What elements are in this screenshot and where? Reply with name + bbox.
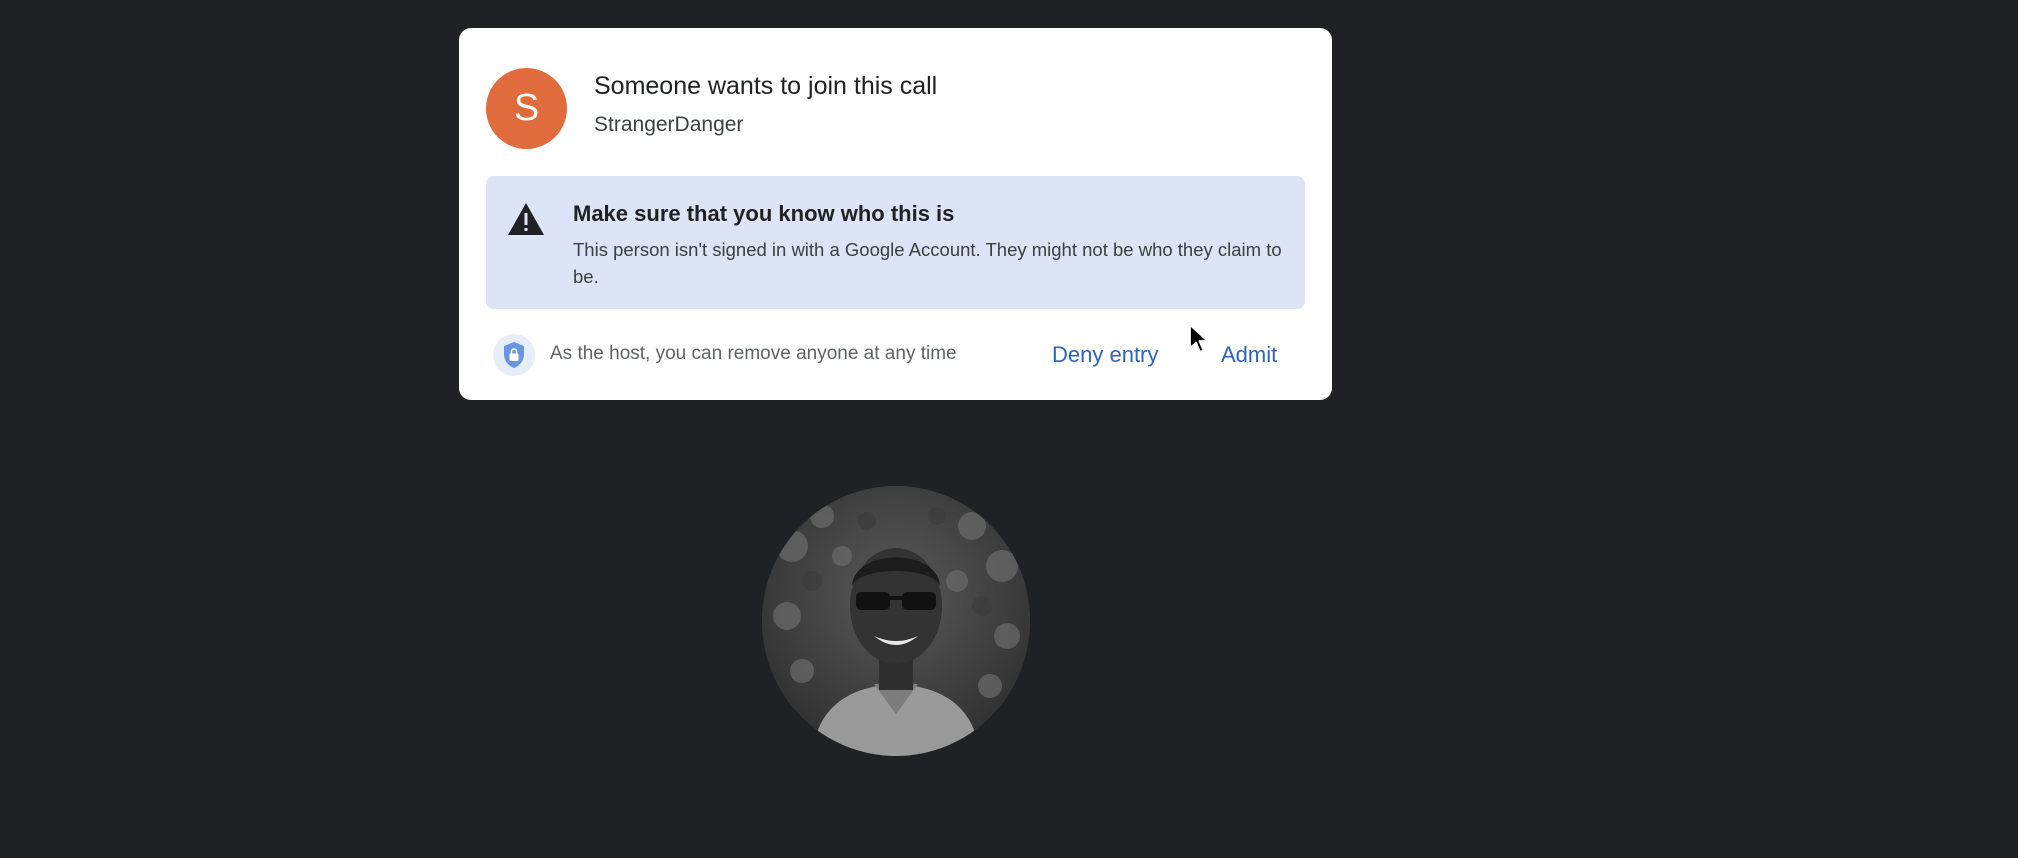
admit-button[interactable]: Admit [1215,338,1283,372]
participant-photo [762,486,1030,756]
requester-avatar: S [486,68,567,149]
host-controls-shield [493,334,535,376]
host-note: As the host, you can remove anyone at an… [550,343,957,364]
requester-name: StrangerDanger [594,113,744,136]
mouse-pointer-icon [1189,324,1209,353]
deny-entry-button[interactable]: Deny entry [1046,338,1164,372]
dialog-title: Someone wants to join this call [594,72,938,100]
participant-avatar [762,486,1030,756]
meeting-stage: S Someone wants to join this call Strang… [0,0,2018,858]
warning-triangle-icon [508,203,544,235]
warning-title: Make sure that you know who this is [573,201,955,226]
identity-warning-banner: Make sure that you know who this is This… [486,176,1305,309]
warning-body: This person isn't signed in with a Googl… [573,239,1282,287]
shield-lock-icon [504,342,524,368]
requester-avatar-letter: S [513,87,540,129]
